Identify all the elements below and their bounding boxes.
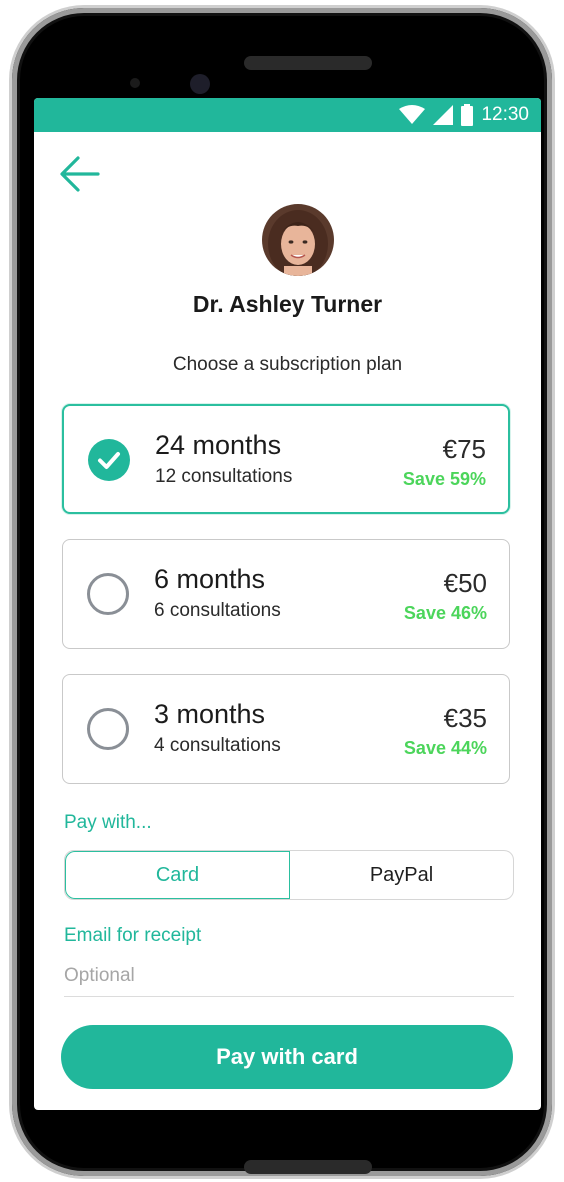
status-time: 12:30 <box>481 104 529 125</box>
avatar <box>262 204 334 276</box>
doctor-portrait <box>262 204 334 276</box>
earpiece-speaker <box>244 56 372 70</box>
front-camera <box>190 74 210 94</box>
battery-icon <box>461 104 474 126</box>
page-subtitle: Choose a subscription plan <box>172 354 403 375</box>
wifi-icon <box>399 105 426 124</box>
arrow-left-icon[interactable] <box>58 154 102 194</box>
plan-option-3-months[interactable]: 3 months 4 consultations €35 Save 44% <box>62 674 510 784</box>
payment-option-paypal[interactable]: PayPal <box>290 851 513 899</box>
plan-option-24-months[interactable]: 24 months 12 consultations €75 Save 59% <box>62 404 510 514</box>
checkmark-icon <box>98 452 120 469</box>
plan-savings: Save 46% <box>403 603 487 623</box>
email-label: Email for receipt <box>64 925 202 946</box>
pay-with-card-button[interactable]: Pay with card <box>61 1025 513 1089</box>
bottom-speaker <box>244 1160 372 1174</box>
radio-checked-icon[interactable] <box>88 439 130 481</box>
pay-with-label: Pay with... <box>64 812 152 833</box>
plan-consultations: 6 consultations <box>154 600 281 621</box>
email-field[interactable] <box>64 956 514 997</box>
plan-consultations: 4 consultations <box>154 735 281 756</box>
plan-duration: 3 months <box>154 699 266 729</box>
proximity-sensor <box>130 78 140 88</box>
plan-price: €50 <box>443 568 487 598</box>
plan-consultations: 12 consultations <box>155 466 293 487</box>
status-bar: 12:30 <box>34 98 541 132</box>
signal-icon <box>433 105 454 125</box>
radio-unchecked-icon[interactable] <box>87 708 129 750</box>
app-screen: 12:30 Dr. Ashley Turner Choose a subscri… <box>34 98 541 1110</box>
status-icons: 12:30 <box>399 104 529 126</box>
plan-option-6-months[interactable]: 6 months 6 consultations €50 Save 46% <box>62 539 510 649</box>
radio-unchecked-icon[interactable] <box>87 573 129 615</box>
plan-price: €35 <box>443 703 487 733</box>
plan-duration: 6 months <box>154 564 266 594</box>
plan-savings: Save 59% <box>402 469 486 489</box>
payment-option-card[interactable]: Card <box>65 851 290 899</box>
plan-savings: Save 44% <box>403 738 487 758</box>
payment-method-toggle: Card PayPal <box>64 850 514 900</box>
plan-price: €75 <box>442 434 486 464</box>
doctor-name: Dr. Ashley Turner <box>192 291 383 317</box>
plan-duration: 24 months <box>155 430 282 460</box>
